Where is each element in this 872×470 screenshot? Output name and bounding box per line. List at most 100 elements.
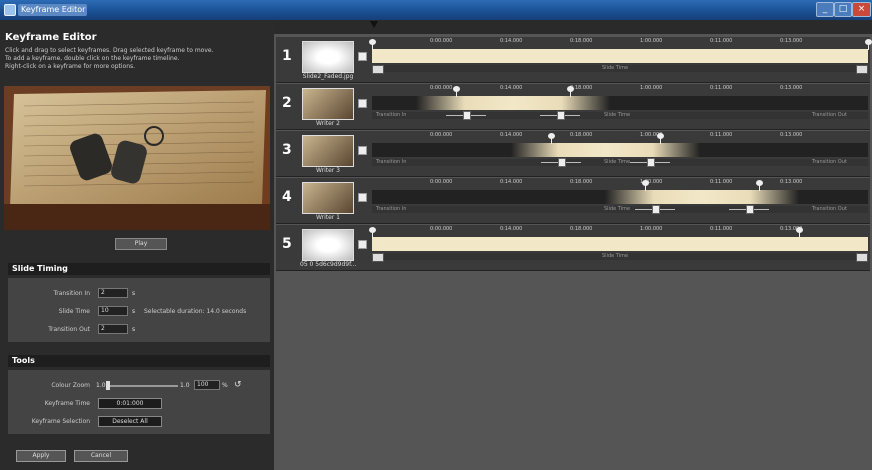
title-bar: Keyframe Editor _ □ × xyxy=(0,0,872,20)
transition-handle[interactable] xyxy=(463,111,472,120)
slide-row[interactable]: 1 Slide2_Faded.jpg 0:00.000 0:14.000 0:18.00… xyxy=(276,37,872,83)
edit-slide-icon[interactable] xyxy=(358,193,367,202)
keyframe-marker-icon[interactable] xyxy=(369,227,376,238)
timing-bar: Transition In Slide Time Transition Out xyxy=(372,205,868,214)
tick-label: 0:11.000 xyxy=(710,85,733,91)
keyframe-selection-label: Keyframe Selection xyxy=(31,418,90,425)
time-ticks: 0:00.000 0:14.000 0:18.000 1:00.000 0:11.000… xyxy=(372,85,852,95)
tick-label: 0:00.000 xyxy=(430,38,453,44)
apply-button[interactable]: Apply xyxy=(16,450,66,462)
minimize-button[interactable]: _ xyxy=(816,2,834,17)
tick-label: 0:18.000 xyxy=(570,132,593,138)
zoom-value-input[interactable]: 100 xyxy=(194,380,220,390)
keyframe-marker-icon[interactable] xyxy=(641,180,649,191)
slide-thumbnail[interactable] xyxy=(302,182,354,214)
tick-label: 0:00.000 xyxy=(430,85,453,91)
timing-caption: Slide Time xyxy=(604,112,631,118)
timing-caption: Transition In xyxy=(376,112,407,118)
transition-handle[interactable] xyxy=(557,111,566,120)
playhead-marker-icon[interactable] xyxy=(370,21,378,28)
slide-name: 05 0 5d6c9d9d9f... xyxy=(300,261,356,268)
transition-handle[interactable] xyxy=(745,205,754,214)
timeline-ruler[interactable] xyxy=(274,20,872,34)
slide-number: 4 xyxy=(282,189,292,205)
timing-caption: Transition In xyxy=(376,206,407,212)
preview-photo-icon xyxy=(4,86,270,230)
edit-slide-icon[interactable] xyxy=(358,240,367,249)
transition-in-input[interactable]: 2 xyxy=(98,288,128,298)
edit-slide-icon[interactable] xyxy=(358,146,367,155)
transition-handle[interactable] xyxy=(646,158,655,167)
maximize-button[interactable]: □ xyxy=(834,2,852,17)
edit-slide-icon[interactable] xyxy=(358,99,367,108)
track-end-button[interactable] xyxy=(372,65,384,74)
tools-heading: Tools xyxy=(8,355,270,367)
keyframe-marker-icon[interactable] xyxy=(567,86,575,97)
track-end-button[interactable] xyxy=(856,253,868,262)
timing-caption: Slide Time xyxy=(602,65,629,71)
keyframe-marker-icon[interactable] xyxy=(795,227,803,238)
slide-time-input[interactable]: 10 xyxy=(98,306,128,316)
slide-thumbnail[interactable] xyxy=(302,229,354,261)
transition-handle[interactable] xyxy=(557,158,566,167)
slide-thumbnail[interactable] xyxy=(302,41,354,73)
slide-thumbnail[interactable] xyxy=(302,135,354,167)
time-ticks: 0:00.000 0:14.000 0:18.000 1:00.000 0:11.000… xyxy=(372,226,852,236)
slide-row[interactable]: 5 05 0 5d6c9d9d9f... 0:00.000 0:14.000 0:18.… xyxy=(276,225,870,271)
keyframe-track[interactable] xyxy=(372,86,868,110)
slide-number: 1 xyxy=(282,48,292,64)
tick-label: 0:14.000 xyxy=(500,179,523,185)
time-ticks: 0:00.000 0:14.000 0:18.000 1:00.000 0:11.000… xyxy=(372,38,852,48)
transition-handle[interactable] xyxy=(651,205,660,214)
tick-label: 1:00.000 xyxy=(640,85,663,91)
keyframe-marker-icon[interactable] xyxy=(453,86,461,97)
zoom-slider-handle[interactable] xyxy=(106,381,110,390)
keyframe-time-label: Keyframe Time xyxy=(44,400,90,407)
unit-label: s xyxy=(132,326,136,333)
deselect-all-button[interactable]: Deselect All xyxy=(98,416,162,427)
tick-label: 1:00.000 xyxy=(640,38,663,44)
keyframe-marker-icon[interactable] xyxy=(656,133,664,144)
tick-label: 0:14.000 xyxy=(500,38,523,44)
tick-label: 0:00.000 xyxy=(430,132,453,138)
tick-label: 0:18.000 xyxy=(570,38,593,44)
time-ticks: 0:00.000 0:14.000 0:18.000 1:00.000 0:11.000… xyxy=(372,132,852,142)
timing-caption: Slide Time xyxy=(604,159,631,165)
keyframe-track[interactable] xyxy=(369,227,868,251)
keyframe-marker-icon[interactable] xyxy=(865,39,872,50)
keyframe-time-field[interactable]: 0:01:000 xyxy=(98,398,162,409)
keyframe-track[interactable] xyxy=(369,39,872,63)
unit-label: s xyxy=(132,290,136,297)
timing-caption: Slide Time xyxy=(604,206,631,212)
window-title: Keyframe Editor xyxy=(18,4,87,16)
track-end-button[interactable] xyxy=(856,65,868,74)
cancel-button[interactable]: Cancel xyxy=(74,450,128,462)
timeline-panel: 1 Slide2_Faded.jpg 0:00.000 0:14.000 0:18.00… xyxy=(274,20,872,470)
tick-label: 0:14.000 xyxy=(500,132,523,138)
keyframe-marker-icon[interactable] xyxy=(369,39,376,50)
keyframe-track[interactable] xyxy=(372,133,868,157)
close-button[interactable]: × xyxy=(852,2,871,17)
transition-fill xyxy=(416,96,611,110)
colour-zoom-label: Colour Zoom xyxy=(51,382,90,389)
zoom-slider[interactable] xyxy=(108,385,178,387)
slide-thumbnail[interactable] xyxy=(302,88,354,120)
track-end-button[interactable] xyxy=(372,253,384,262)
zoom-unit: % xyxy=(222,382,228,389)
timing-bar: Transition In Slide Time Transition Out xyxy=(372,111,868,120)
slide-row[interactable]: 4 Writer 1 0:00.000 0:14.000 0:18.000 1:00.00… xyxy=(276,178,870,224)
play-button[interactable]: Play xyxy=(115,238,167,250)
panel-heading: Keyframe Editor xyxy=(5,32,97,43)
slide-row[interactable]: 3 Writer 3 0:00.000 0:14.000 0:18.000 1:00.00… xyxy=(276,131,870,177)
tools-section: Colour Zoom 1.0 1.0 100 % ↺ Keyframe Tim… xyxy=(8,370,270,434)
keyframe-marker-icon[interactable] xyxy=(755,180,763,191)
unit-label: s xyxy=(132,308,136,315)
edit-slide-icon[interactable] xyxy=(358,52,367,61)
keyframe-track[interactable] xyxy=(372,180,868,204)
help-text: Click and drag to select keyframes. Drag… xyxy=(5,47,214,54)
transition-out-input[interactable]: 2 xyxy=(98,324,128,334)
reset-icon[interactable]: ↺ xyxy=(234,380,242,390)
zoom-min-label: 1.0 xyxy=(96,382,106,389)
keyframe-marker-icon[interactable] xyxy=(547,133,555,144)
slide-row[interactable]: 2 Writer 2 0:00.000 0:14.000 0:18.000 1:00.00… xyxy=(276,84,870,130)
